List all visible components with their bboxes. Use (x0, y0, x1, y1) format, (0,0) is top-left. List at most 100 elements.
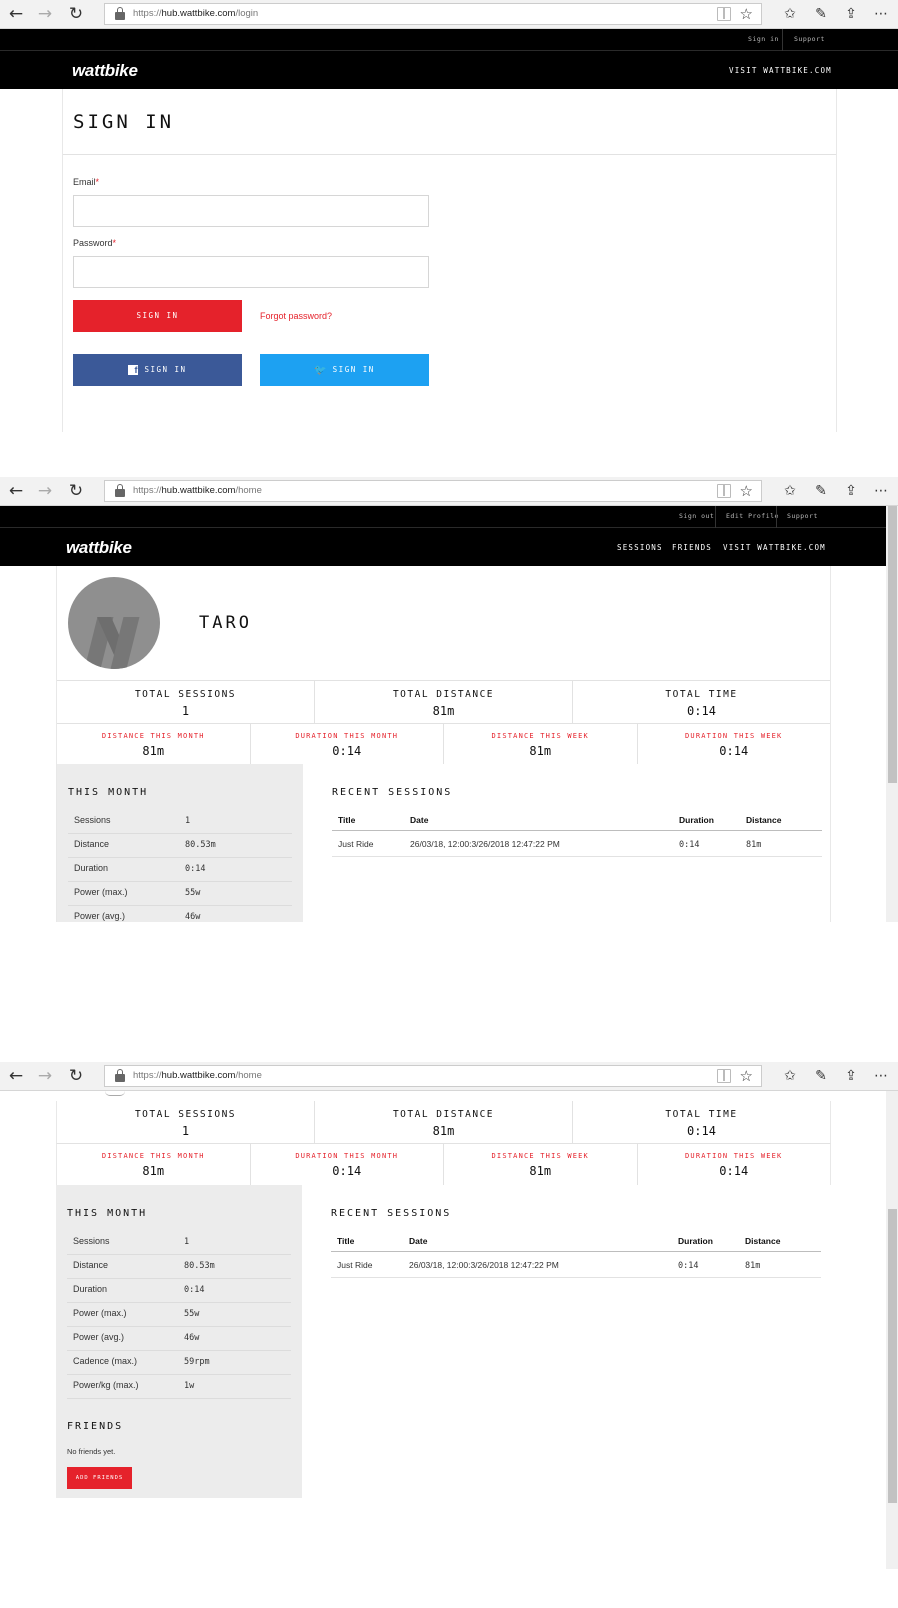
wattbike-logo[interactable]: wattbike (72, 61, 138, 81)
forgot-password-link[interactable]: Forgot password? (260, 311, 332, 321)
facebook-sign-in-button[interactable]: f SIGN IN (73, 354, 242, 386)
avatar[interactable] (68, 577, 160, 669)
divider (715, 506, 716, 528)
stat-label: TOTAL TIME (665, 1109, 738, 1120)
friends-empty-text: No friends yet. (67, 1447, 116, 1456)
password-field[interactable] (73, 256, 429, 288)
pen-icon[interactable]: ✎ (810, 1065, 832, 1087)
stat-value: 0:14 (719, 1164, 749, 1178)
nav-sessions[interactable]: SESSIONS (617, 543, 663, 552)
session-date: 26/03/18, 12:00:3/26/2018 12:47:22 PM (410, 839, 560, 849)
add-friends-button[interactable]: ADD FRIENDS (67, 1467, 132, 1489)
row-key: Power (avg.) (73, 1332, 125, 1342)
row-key: Sessions (74, 815, 111, 825)
stat-label: TOTAL SESSIONS (134, 689, 237, 700)
address-url: https://hub.wattbike.com/home (133, 1070, 262, 1081)
stat-total-sessions: TOTAL SESSIONS 1 (57, 681, 315, 723)
back-icon[interactable]: ← (6, 480, 26, 502)
util-sign-out-link[interactable]: Sign out (679, 512, 714, 520)
favorite-star-icon[interactable]: ☆ (740, 1066, 753, 1086)
stat-distance-this-week: DISTANCE THIS WEEK 81m (444, 1144, 638, 1185)
more-icon[interactable]: ⋯ (870, 1065, 892, 1087)
lock-icon (115, 1069, 125, 1082)
session-date: 26/03/18, 12:00:3/26/2018 12:47:22 PM (409, 1260, 559, 1270)
back-icon[interactable]: ← (6, 3, 26, 25)
facebook-icon: f (128, 365, 139, 375)
util-support-link[interactable]: Support (794, 35, 825, 43)
util-support-link[interactable]: Support (787, 512, 818, 520)
favorites-hub-icon[interactable]: ✩ (779, 1065, 801, 1087)
facebook-button-label: SIGN IN (144, 365, 187, 374)
stat-value: 81m (529, 744, 552, 758)
favorite-star-icon[interactable]: ☆ (740, 481, 753, 501)
address-url: https://hub.wattbike.com/login (133, 8, 259, 19)
password-label: Password* (73, 238, 117, 248)
row-value: 80.53m (184, 1261, 215, 1271)
stat-duration-this-week: DURATION THIS WEEK 0:14 (638, 1144, 831, 1185)
stat-label: DURATION THIS WEEK (685, 732, 783, 740)
refresh-icon[interactable]: ↻ (66, 1065, 86, 1087)
address-url: https://hub.wattbike.com/home (133, 485, 262, 496)
wattbike-logo[interactable]: wattbike (66, 538, 132, 558)
this-month-row: Sessions 1 (68, 810, 292, 834)
divider (332, 856, 822, 857)
share-icon[interactable]: ⇪ (840, 1065, 862, 1087)
more-icon[interactable]: ⋯ (870, 480, 892, 502)
share-icon[interactable]: ⇪ (840, 3, 862, 25)
profile-name: TARO (199, 613, 252, 633)
more-icon[interactable]: ⋯ (870, 3, 892, 25)
recent-sessions: RECENT SESSIONS Title Date Duration Dist… (332, 764, 822, 922)
row-key: Duration (73, 1284, 108, 1294)
stat-total-distance: TOTAL DISTANCE 81m (315, 1101, 573, 1143)
email-field[interactable] (73, 195, 429, 227)
pen-icon[interactable]: ✎ (810, 3, 832, 25)
friends-title: FRIENDS (67, 1421, 124, 1432)
stat-total-time: TOTAL TIME 0:14 (573, 1101, 830, 1143)
sign-in-button[interactable]: SIGN IN (73, 300, 242, 332)
row-value: 1 (184, 1237, 190, 1247)
reading-view-icon[interactable] (717, 7, 731, 21)
reading-view-icon[interactable] (717, 484, 731, 498)
row-value: 46w (185, 912, 201, 922)
scrollbar[interactable] (886, 1091, 898, 1569)
nav-visit-wattbike[interactable]: VISIT WATTBIKE.COM (723, 543, 826, 552)
session-title[interactable]: Just Ride (338, 839, 373, 849)
scrollbar[interactable] (886, 506, 898, 922)
address-bar[interactable]: https://hub.wattbike.com/home ☆ (104, 480, 762, 502)
util-edit-profile-link[interactable]: Edit Profile (726, 512, 779, 520)
address-bar[interactable]: https://hub.wattbike.com/home ☆ (104, 1065, 762, 1087)
back-icon[interactable]: ← (6, 1065, 26, 1087)
favorites-hub-icon[interactable]: ✩ (779, 480, 801, 502)
divider (331, 1277, 821, 1278)
stat-value: 0:14 (687, 1124, 716, 1138)
divider (63, 154, 836, 155)
forward-icon[interactable]: → (35, 1065, 55, 1087)
twitter-sign-in-button[interactable]: 🐦 SIGN IN (260, 354, 429, 386)
this-month-row: Distance 80.53m (68, 834, 292, 858)
stat-label: DISTANCE THIS MONTH (101, 1152, 205, 1160)
scrollbar-thumb[interactable] (888, 1209, 897, 1503)
session-title[interactable]: Just Ride (337, 1260, 372, 1270)
col-distance-header: Distance (746, 815, 782, 825)
row-value: 80.53m (185, 840, 216, 850)
nav-visit-wattbike[interactable]: VISIT WATTBIKE.COM (729, 66, 832, 75)
forward-icon[interactable]: → (35, 480, 55, 502)
stat-duration-this-month: DURATION THIS MONTH 0:14 (251, 724, 444, 764)
col-title-header: Title (337, 1236, 355, 1246)
scrollbar-thumb[interactable] (888, 506, 897, 783)
row-key: Cadence (max.) (73, 1356, 138, 1366)
util-sign-in-link[interactable]: Sign in (748, 35, 779, 43)
divider (776, 506, 777, 528)
reading-view-icon[interactable] (717, 1069, 731, 1083)
favorites-hub-icon[interactable]: ✩ (779, 3, 801, 25)
stat-label: TOTAL DISTANCE (392, 689, 495, 700)
pen-icon[interactable]: ✎ (810, 480, 832, 502)
refresh-icon[interactable]: ↻ (66, 480, 86, 502)
address-bar[interactable]: https://hub.wattbike.com/login ☆ (104, 3, 762, 25)
favorite-star-icon[interactable]: ☆ (740, 4, 753, 24)
nav-friends[interactable]: FRIENDS (672, 543, 712, 552)
forward-icon[interactable]: → (35, 3, 55, 25)
refresh-icon[interactable]: ↻ (66, 3, 86, 25)
share-icon[interactable]: ⇪ (840, 480, 862, 502)
twitter-icon: 🐦 (314, 365, 327, 376)
